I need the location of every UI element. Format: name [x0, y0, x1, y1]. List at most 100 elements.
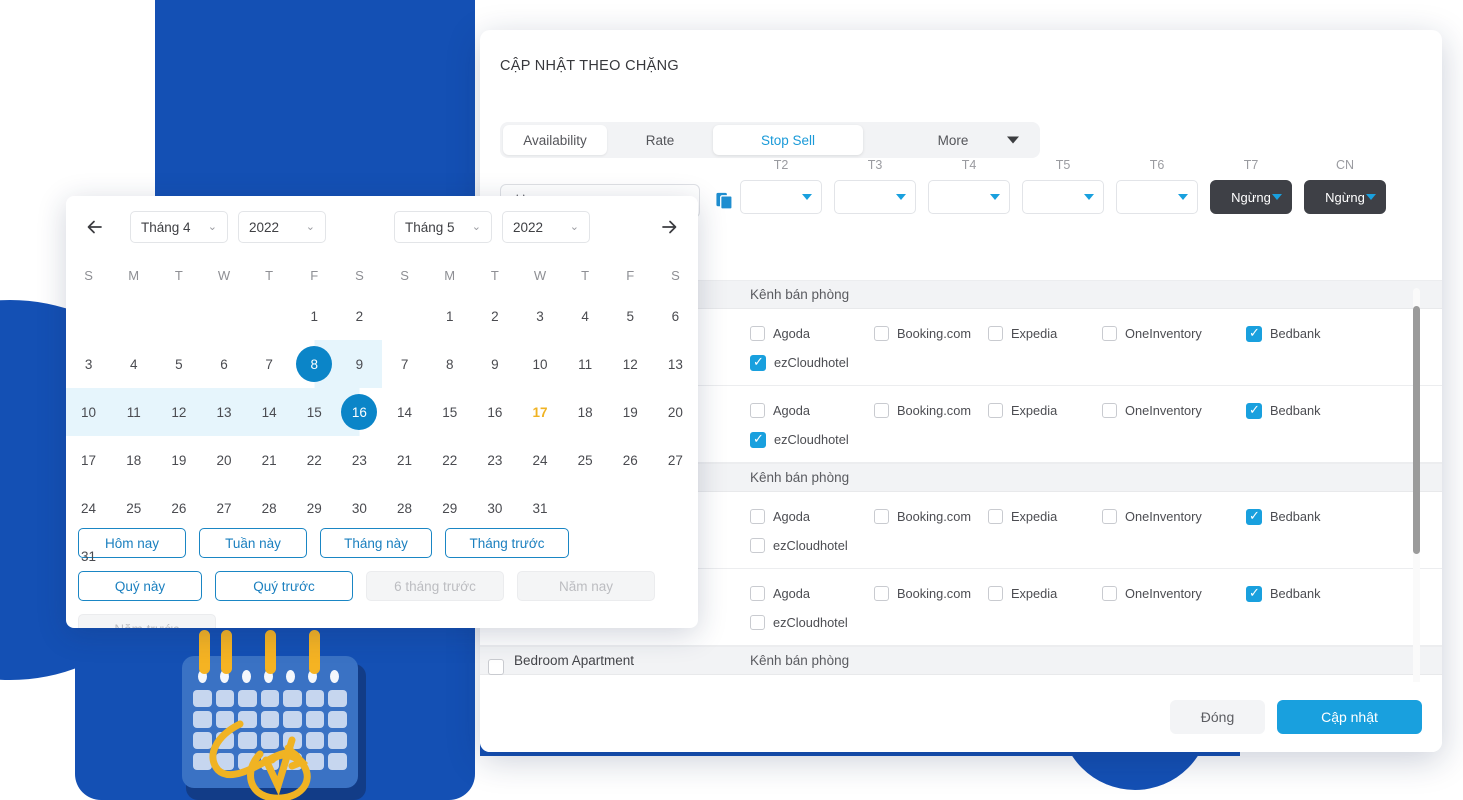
channel-checkbox-expedia[interactable]: Expedia [988, 509, 1102, 524]
day-cell[interactable]: 18 [111, 436, 156, 484]
right-year-select[interactable]: 2022 ⌄ [502, 211, 590, 243]
day-cell[interactable]: 26 [156, 484, 201, 532]
day-cell[interactable]: 23 [337, 436, 382, 484]
preset-th-ng-tr-c[interactable]: Tháng trước [445, 528, 569, 558]
day-cell[interactable]: 5 [156, 340, 201, 388]
channel-checkbox-agoda[interactable]: Agoda [750, 326, 874, 341]
day-cell[interactable]: 1 [427, 292, 472, 340]
day-cell[interactable]: 12 [608, 340, 653, 388]
right-month-select[interactable]: Tháng 5 ⌄ [394, 211, 492, 243]
preset-tu-n-n-y[interactable]: Tuần này [199, 528, 307, 558]
day-cell[interactable]: 26 [608, 436, 653, 484]
day-cell[interactable]: 29 [292, 484, 337, 532]
group-room-name[interactable]: Bedroom Apartment [480, 653, 750, 675]
day-cell[interactable]: 30 [472, 484, 517, 532]
day-cell[interactable]: 14 [382, 388, 427, 436]
tab-more[interactable]: More [869, 125, 1037, 155]
channel-checkbox-expedia[interactable]: Expedia [988, 326, 1102, 341]
day-cell[interactable]: 13 [201, 388, 247, 436]
channel-checkbox-booking[interactable]: Booking.com [874, 326, 988, 341]
day-cell[interactable]: 17 [66, 436, 111, 484]
weekday-select-t3[interactable] [834, 180, 916, 214]
day-cell[interactable]: 20 [201, 436, 246, 484]
day-cell[interactable]: 9 [336, 340, 382, 388]
day-cell[interactable]: 16 [336, 388, 382, 436]
day-cell[interactable]: 24 [517, 436, 562, 484]
day-cell[interactable]: 22 [292, 436, 337, 484]
tab-availability[interactable]: Availability [503, 125, 607, 155]
channel-checkbox-expedia[interactable]: Expedia [988, 586, 1102, 601]
tab-rate[interactable]: Rate [613, 125, 707, 155]
channel-checkbox-expedia[interactable]: Expedia [988, 403, 1102, 418]
day-cell[interactable]: 14 [246, 388, 292, 436]
channel-checkbox-oneinventory[interactable]: OneInventory [1102, 326, 1246, 341]
channel-checkbox-bedbank[interactable]: Bedbank [1246, 325, 1366, 342]
channel-checkbox-booking[interactable]: Booking.com [874, 403, 988, 418]
day-cell[interactable]: 2 [472, 292, 517, 340]
list-scrollbar-thumb[interactable] [1413, 306, 1420, 554]
day-cell[interactable]: 9 [472, 340, 517, 388]
day-cell[interactable]: 8 [291, 340, 337, 388]
day-cell[interactable]: 11 [563, 340, 608, 388]
day-cell[interactable]: 3 [517, 292, 562, 340]
day-cell[interactable]: 2 [337, 292, 382, 340]
channel-checkbox-oneinventory[interactable]: OneInventory [1102, 586, 1246, 601]
weekday-select-t2[interactable] [740, 180, 822, 214]
weekday-select-t4[interactable] [928, 180, 1010, 214]
close-button[interactable]: Đóng [1170, 700, 1265, 734]
channel-checkbox-booking[interactable]: Booking.com [874, 509, 988, 524]
day-cell[interactable]: 25 [111, 484, 156, 532]
day-cell[interactable]: 24 [66, 484, 111, 532]
day-cell[interactable]: 21 [247, 436, 292, 484]
day-cell[interactable]: 6 [201, 340, 246, 388]
day-cell[interactable]: 6 [653, 292, 698, 340]
day-cell[interactable]: 30 [337, 484, 382, 532]
tab-stop-sell[interactable]: Stop Sell [713, 125, 863, 155]
day-cell[interactable]: 15 [291, 388, 337, 436]
day-cell[interactable]: 23 [472, 436, 517, 484]
day-cell[interactable]: 28 [382, 484, 427, 532]
day-cell[interactable]: 3 [66, 340, 111, 388]
weekday-select-t7[interactable]: Ngừng [1210, 180, 1292, 214]
copy-icon[interactable] [715, 191, 734, 211]
day-cell[interactable]: 10 [66, 388, 112, 436]
day-cell[interactable]: 4 [111, 340, 156, 388]
day-cell[interactable]: 7 [247, 340, 292, 388]
channel-checkbox-ezcloudhotel[interactable]: ezCloudhotel [750, 431, 874, 448]
day-cell[interactable]: 15 [427, 388, 472, 436]
day-cell[interactable]: 29 [427, 484, 472, 532]
day-cell[interactable]: 7 [382, 340, 427, 388]
day-cell[interactable]: 17 [517, 388, 562, 436]
left-year-select[interactable]: 2022 ⌄ [238, 211, 326, 243]
day-cell[interactable]: 1 [292, 292, 337, 340]
channel-checkbox-oneinventory[interactable]: OneInventory [1102, 509, 1246, 524]
day-cell[interactable]: 11 [111, 388, 157, 436]
channel-checkbox-booking[interactable]: Booking.com [874, 586, 988, 601]
day-cell[interactable]: 5 [608, 292, 653, 340]
update-button[interactable]: Cập nhật [1277, 700, 1422, 734]
weekday-select-t5[interactable] [1022, 180, 1104, 214]
day-cell[interactable]: 10 [517, 340, 562, 388]
preset-th-ng-n-y[interactable]: Tháng này [320, 528, 432, 558]
preset-qu-tr-c[interactable]: Quý trước [215, 571, 353, 601]
day-cell[interactable]: 21 [382, 436, 427, 484]
channel-checkbox-ezcloudhotel[interactable]: ezCloudhotel [750, 354, 874, 371]
channel-checkbox-bedbank[interactable]: Bedbank [1246, 402, 1366, 419]
channel-checkbox-ezcloudhotel[interactable]: ezCloudhotel [750, 615, 874, 630]
day-cell[interactable]: 12 [156, 388, 202, 436]
channel-checkbox-oneinventory[interactable]: OneInventory [1102, 403, 1246, 418]
weekday-select-t6[interactable] [1116, 180, 1198, 214]
channel-checkbox-agoda[interactable]: Agoda [750, 586, 874, 601]
day-cell[interactable]: 31 [517, 484, 562, 532]
day-cell[interactable]: 22 [427, 436, 472, 484]
day-cell[interactable]: 27 [201, 484, 246, 532]
arrow-right-icon[interactable] [652, 210, 686, 244]
channel-checkbox-ezcloudhotel[interactable]: ezCloudhotel [750, 538, 874, 553]
days-grid-right[interactable]: 1 2 3 4 5 6 7 8 9 10 11 12 13 14 15 16 17 18 19 20 21 22 23 24 2… [382, 292, 698, 532]
channel-checkbox-agoda[interactable]: Agoda [750, 403, 874, 418]
checkbox-icon[interactable] [488, 659, 504, 675]
channel-checkbox-bedbank[interactable]: Bedbank [1246, 508, 1366, 525]
day-cell[interactable]: 28 [247, 484, 292, 532]
day-cell[interactable]: 16 [472, 388, 517, 436]
day-cell[interactable]: 13 [653, 340, 698, 388]
